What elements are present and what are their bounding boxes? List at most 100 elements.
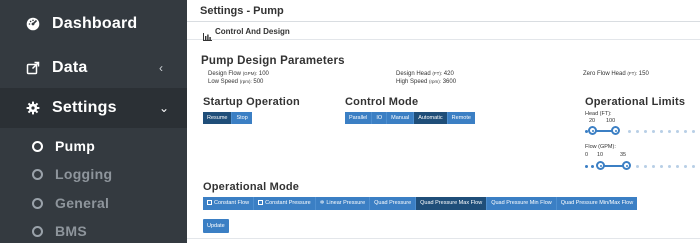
control-mode-title: Control Mode (345, 96, 419, 108)
slider-tick (692, 129, 695, 133)
sidebar-item-data[interactable]: Data ‹ (0, 50, 187, 86)
chevron-left-icon: ‹ (159, 61, 163, 75)
automatic-button[interactable]: Automatic (414, 112, 448, 124)
param-label: Design Flow (208, 71, 242, 77)
operational-mode-button-group: Constant Flow Constant Pressure ✲ Linear … (203, 197, 638, 210)
sidebar: Dashboard Data ‹ Settings ⌄ Pump Logging… (0, 0, 187, 243)
flow-limit-label: Flow (GPM): (585, 144, 616, 150)
sidebar-item-label: Data (52, 59, 88, 76)
operational-mode-title: Operational Mode (203, 181, 300, 193)
remote-button[interactable]: Remote (447, 112, 475, 124)
stop-button[interactable]: Stop (232, 112, 252, 124)
zero-flow-head-param: Zero Flow Head (FT): 150 (583, 71, 649, 77)
sidebar-subitem-label: Pump (55, 138, 96, 154)
param-value: 100 (258, 71, 269, 77)
low-speed-param: Low Speed (rpm): 500 (208, 79, 263, 85)
head-min-handle[interactable] (588, 126, 597, 135)
parallel-button[interactable]: Parallel (345, 112, 373, 124)
param-label: Zero Flow Head (583, 71, 626, 77)
io-button[interactable]: IO (372, 112, 388, 124)
param-unit: (FT): (627, 71, 638, 76)
flow-min-handle[interactable] (596, 161, 605, 170)
external-link-icon (26, 61, 40, 75)
resume-button[interactable]: Resume (203, 112, 233, 124)
sidebar-subitem-pump[interactable]: Pump (0, 131, 187, 161)
slider-tick (636, 164, 639, 168)
design-flow-param: Design Flow (GPM): 100 (208, 71, 269, 77)
param-value: 3600 (442, 79, 457, 85)
slider-tick (652, 164, 655, 168)
tools-icon: ✲ (319, 200, 325, 206)
slider-tick (636, 129, 639, 133)
slider-tick (668, 164, 671, 168)
sidebar-subitem-logging[interactable]: Logging (0, 159, 187, 189)
page-header: Settings - Pump (187, 0, 700, 22)
flow-mid-value: 10 (597, 152, 604, 158)
divider (187, 238, 700, 239)
head-limit-label: Head (FT): (585, 111, 612, 117)
flow-max-handle[interactable] (622, 161, 631, 170)
param-label: Design Head (396, 71, 431, 77)
sidebar-item-dashboard[interactable]: Dashboard (0, 6, 187, 42)
page-title: Settings - Pump (200, 5, 284, 17)
linear-pressure-button[interactable]: ✲ Linear Pressure (315, 197, 371, 210)
sidebar-subitem-general[interactable]: General (0, 188, 187, 218)
button-label: Constant Pressure (265, 200, 311, 206)
main-content: Settings - Pump Control And Design Pump … (187, 0, 700, 243)
bar-chart-icon (203, 28, 212, 41)
manual-button[interactable]: Manual (387, 112, 415, 124)
slider-tick (644, 164, 647, 168)
gear-icon (26, 101, 40, 115)
circle-icon (32, 168, 43, 180)
slider-tick (628, 129, 631, 133)
startup-button-group: Resume Stop (203, 112, 252, 124)
sidebar-item-settings[interactable]: Settings ⌄ (0, 88, 187, 128)
design-head-param: Design Head (FT): 420 (396, 71, 454, 77)
chevron-down-icon: ⌄ (159, 101, 170, 115)
sidebar-subitem-label: General (55, 195, 110, 211)
param-unit: (rpm): (239, 79, 252, 84)
circle-icon (32, 140, 43, 152)
button-label: Linear Pressure (326, 200, 366, 206)
slider-tick (668, 129, 671, 133)
button-label: Constant Flow (214, 200, 250, 206)
sidebar-item-label: Dashboard (52, 15, 138, 32)
param-value: 420 (443, 71, 454, 77)
circle-icon (32, 197, 43, 209)
quad-pressure-min-max-flow-button[interactable]: Quad Pressure Min/Max Flow (556, 197, 638, 210)
slider-tick (676, 164, 679, 168)
control-mode-button-group: Parallel IO Manual Automatic Remote (345, 112, 475, 124)
circle-icon (32, 225, 43, 237)
slider-tick (692, 164, 695, 168)
slider-tick (660, 129, 663, 133)
high-speed-param: High Speed (rpm): 3600 (396, 79, 456, 85)
slider-tick (684, 164, 687, 168)
flow-max-value: 35 (620, 152, 627, 158)
param-unit: (rpm): (429, 79, 442, 84)
head-max-handle[interactable] (611, 126, 620, 135)
sidebar-subitem-bms[interactable]: BMS (0, 216, 187, 243)
param-label: Low Speed (208, 79, 239, 85)
card-header: Control And Design (187, 26, 700, 41)
param-label: High Speed (396, 79, 428, 85)
operational-limits-title: Operational Limits (585, 96, 686, 108)
param-unit: (GPM): (242, 71, 258, 76)
pump-design-title: Pump Design Parameters (201, 55, 345, 67)
constant-flow-button[interactable]: Constant Flow (203, 197, 255, 210)
square-icon (207, 200, 212, 205)
dashboard-icon (26, 17, 40, 31)
sidebar-subitem-label: BMS (55, 223, 88, 239)
param-value: 500 (253, 79, 264, 85)
param-unit: (FT): (432, 71, 443, 76)
quad-pressure-button[interactable]: Quad Pressure (370, 197, 417, 210)
constant-pressure-button[interactable]: Constant Pressure (254, 197, 316, 210)
slider-tick (660, 164, 663, 168)
update-button[interactable]: Update (203, 219, 229, 233)
quad-pressure-min-flow-button[interactable]: Quad Pressure Min Flow (487, 197, 557, 210)
quad-pressure-max-flow-button[interactable]: Quad Pressure Max Flow (416, 197, 488, 210)
sidebar-subitem-label: Logging (55, 166, 113, 182)
slider-tick (684, 129, 687, 133)
param-value: 150 (638, 71, 649, 77)
slider-tick (652, 129, 655, 133)
slider-tick (644, 129, 647, 133)
